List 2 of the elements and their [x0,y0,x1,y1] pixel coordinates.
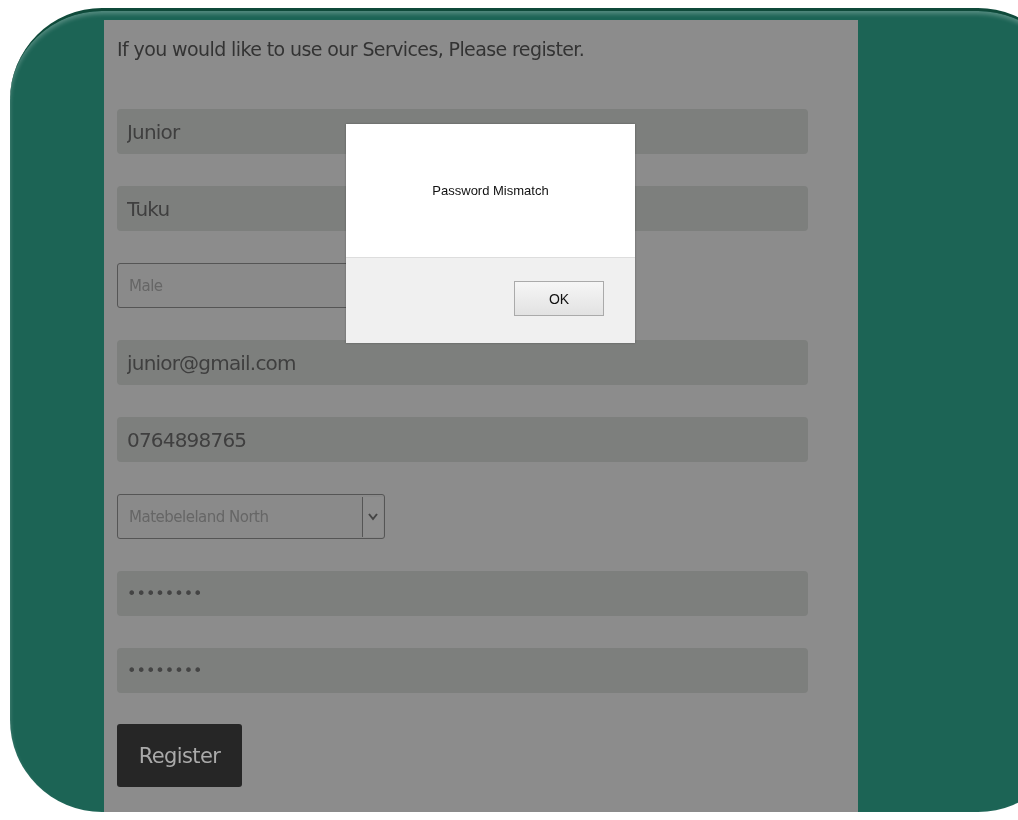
intro-text: If you would like to use our Services, Please register. [117,38,586,60]
dialog-message: Password Mismatch [431,182,550,200]
